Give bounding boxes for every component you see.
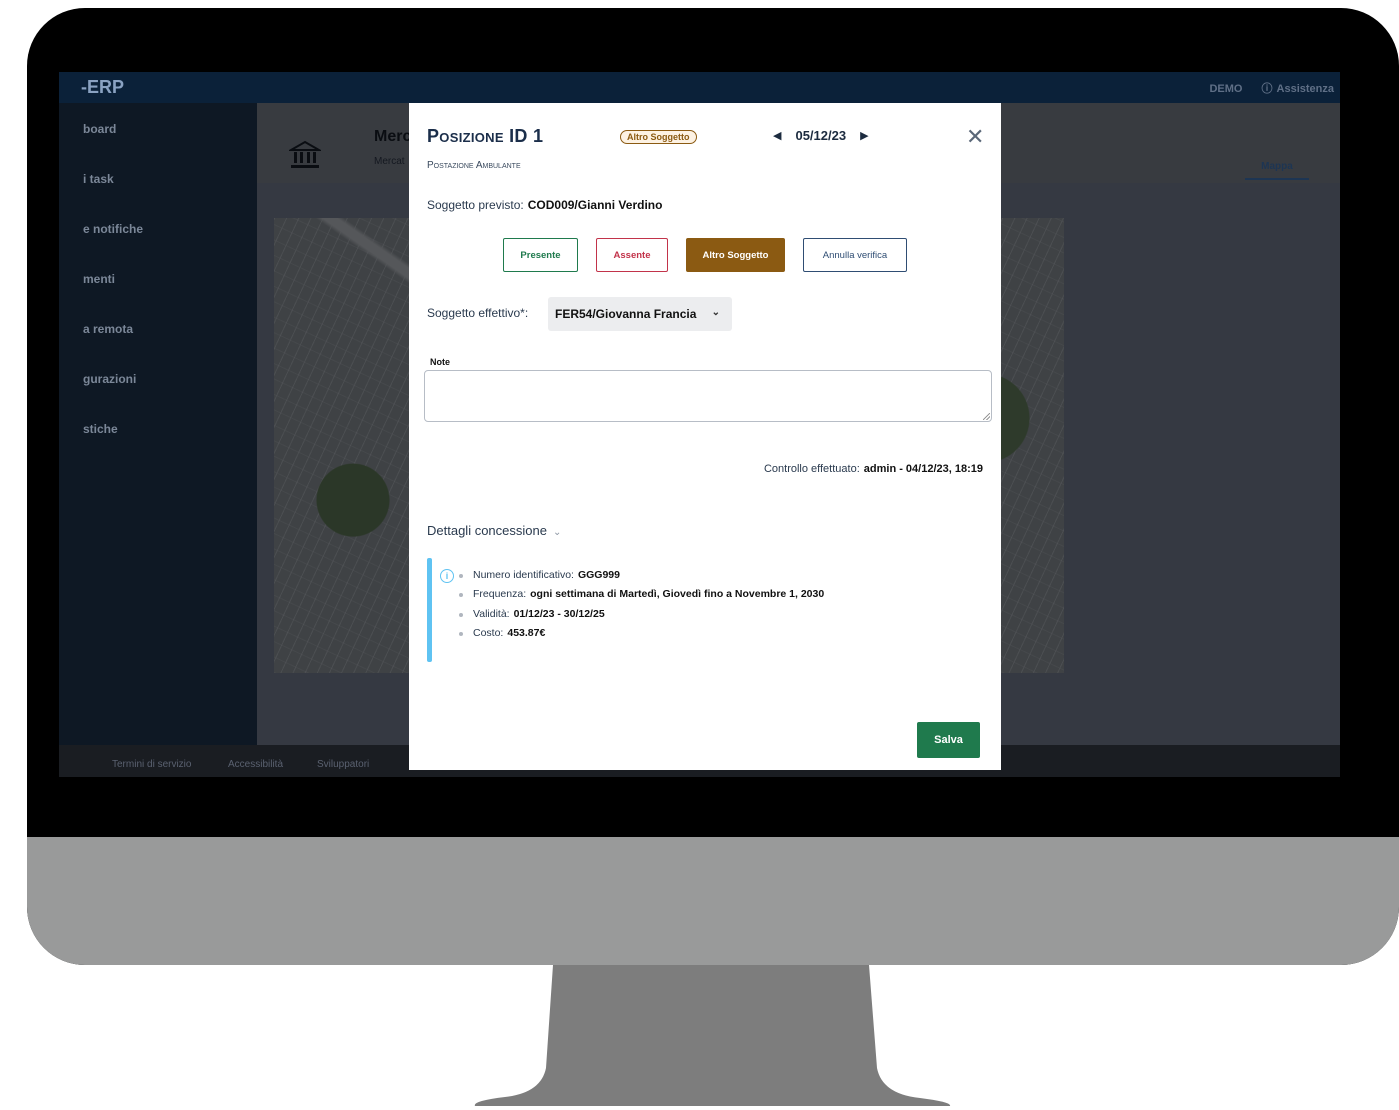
list-item: Validità: 01/12/23 - 30/12/25 xyxy=(459,608,824,627)
sidebar-item-tasks[interactable]: i task xyxy=(83,172,114,186)
institution-icon xyxy=(289,140,321,168)
present-button[interactable]: Presente xyxy=(503,238,578,272)
list-item: Numero identificativo: GGG999 xyxy=(459,569,824,588)
help-label: Assistenza xyxy=(1276,83,1334,95)
list-item: Frequenza: ogni settimana di Martedì, Gio… xyxy=(459,588,824,607)
top-right-menu: DEMO ⓘ Assistenza xyxy=(1193,80,1334,96)
detail-label: Validità: xyxy=(473,607,510,620)
other-subject-button[interactable]: Altro Soggetto xyxy=(686,238,785,272)
sidebar-item-dashboard[interactable]: board xyxy=(83,122,116,136)
control-info: Controllo effettuato: admin - 04/12/23, 1… xyxy=(764,463,983,475)
sidebar-item-documents[interactable]: menti xyxy=(83,272,115,286)
page-title: Merc xyxy=(374,128,412,145)
control-value: admin - 04/12/23, 18:19 xyxy=(863,463,983,475)
expected-subject-value: COD009/Gianni Verdino xyxy=(527,198,663,212)
effective-subject-value: FER54/Giovanna Francia xyxy=(555,307,697,321)
date-navigator: ◀ 05/12/23 ▶ xyxy=(773,128,869,143)
cancel-verification-button[interactable]: Annulla verifica xyxy=(803,238,907,272)
concession-details: i Numero identificativo: GGG999 Frequenza… xyxy=(427,558,982,662)
resize-handle-icon[interactable] xyxy=(983,413,990,420)
chevron-down-icon: ⌄ xyxy=(552,527,562,538)
note-label: Note xyxy=(430,357,450,367)
details-toggle-label: Dettagli concessione xyxy=(427,523,547,538)
help-icon: ⓘ xyxy=(1261,83,1273,95)
info-icon: i xyxy=(440,569,454,583)
details-toggle[interactable]: Dettagli concessione ⌄ xyxy=(427,523,561,538)
detail-label: Numero identificativo: xyxy=(473,569,574,581)
sidebar: board i task e notifiche menti a remota … xyxy=(59,103,257,745)
previous-date-icon[interactable]: ◀ xyxy=(773,129,781,142)
help-link[interactable]: ⓘ Assistenza xyxy=(1262,83,1334,95)
app-logo: -ERP xyxy=(81,77,125,97)
position-modal: Posizione ID 1 Postazione Ambulante Altr… xyxy=(409,103,1001,770)
sidebar-item-statistics[interactable]: stiche xyxy=(83,422,118,436)
footer-link-accessibility[interactable]: Accessibilità xyxy=(228,759,283,770)
next-date-icon[interactable]: ▶ xyxy=(860,129,868,142)
detail-value: GGG999 xyxy=(577,569,620,581)
detail-label: Frequenza: xyxy=(473,588,527,601)
detail-value: ogni settimana di Martedì, Giovedì fino … xyxy=(530,588,825,601)
sidebar-item-settings[interactable]: gurazioni xyxy=(83,372,136,386)
detail-value: 01/12/23 - 30/12/25 xyxy=(513,607,605,620)
top-bar: -ERP DEMO ⓘ Assistenza xyxy=(59,72,1340,103)
tab-map[interactable]: Mappa xyxy=(1245,161,1309,180)
control-label: Controllo effettuato: xyxy=(763,463,860,475)
footer-link-terms[interactable]: Termini di servizio xyxy=(112,759,191,770)
expected-subject: Soggetto previsto: COD009/Gianni Verdino xyxy=(427,198,662,212)
chevron-down-icon: ⌄ xyxy=(711,307,720,318)
page-subtitle: Mercat xyxy=(374,156,405,167)
detail-value: 453.87€ xyxy=(507,626,546,639)
list-item: Costo: 453.87€ xyxy=(459,627,824,646)
effective-subject-label: Soggetto effettivo*: xyxy=(427,306,529,320)
current-date: 05/12/23 xyxy=(795,128,847,143)
info-accent-bar xyxy=(427,558,432,662)
absent-button[interactable]: Assente xyxy=(596,238,668,272)
demo-label[interactable]: DEMO xyxy=(1209,83,1242,95)
modal-title: Posizione ID 1 xyxy=(427,126,544,146)
effective-subject-select[interactable]: FER54/Giovanna Francia ⌄ xyxy=(548,297,732,331)
modal-subtitle: Postazione Ambulante xyxy=(427,160,521,171)
detail-label: Costo: xyxy=(473,626,504,639)
details-list: Numero identificativo: GGG999 Frequenza: o… xyxy=(459,569,824,646)
sidebar-item-remote[interactable]: a remota xyxy=(83,322,133,336)
close-icon[interactable]: ✕ xyxy=(966,126,984,148)
save-button[interactable]: Salva xyxy=(917,722,980,758)
status-badge: Altro Soggetto xyxy=(620,130,697,144)
monitor-chin xyxy=(27,837,1399,965)
footer-link-developers[interactable]: Sviluppatori xyxy=(317,759,369,770)
note-textarea[interactable] xyxy=(424,370,992,422)
expected-subject-label: Soggetto previsto: xyxy=(427,198,524,212)
sidebar-item-notifications[interactable]: e notifiche xyxy=(83,222,143,236)
